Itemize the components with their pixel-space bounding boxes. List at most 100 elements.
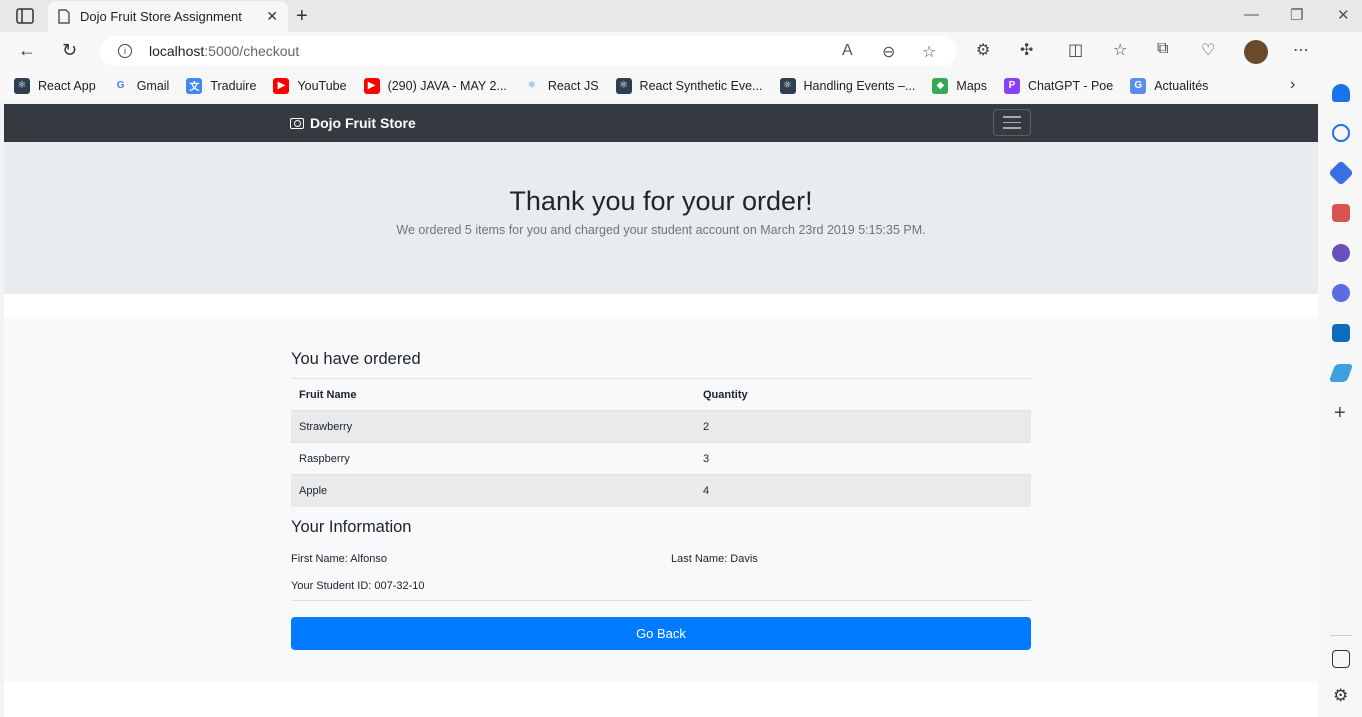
minimize-icon[interactable]: — xyxy=(1244,6,1259,23)
bookmark-label: Handling Events –... xyxy=(803,78,916,93)
order-table: Fruit Name Quantity Strawberry 2 Raspber… xyxy=(291,378,1031,507)
ordered-title: You have ordered xyxy=(291,350,421,368)
close-tab-icon[interactable]: ✕ xyxy=(266,8,278,25)
bookmark-item[interactable]: G Actualités xyxy=(1130,77,1209,94)
bookmark-item[interactable]: ▶ YouTube xyxy=(273,77,347,94)
bookmark-label: Actualités xyxy=(1154,78,1209,93)
notification-bell-icon[interactable] xyxy=(1332,84,1350,102)
page-icon xyxy=(58,9,70,24)
extensions-puzzle-icon[interactable]: ✣ xyxy=(1020,40,1033,60)
extension-icon[interactable]: ⚙ xyxy=(976,40,990,60)
browser-essentials-icon[interactable]: ♡ xyxy=(1201,40,1215,60)
news-icon: G xyxy=(1130,77,1147,94)
close-window-icon[interactable]: ✕ xyxy=(1337,6,1350,24)
bookmark-item[interactable]: ⚛ React App xyxy=(14,77,96,94)
fruit-name-cell: Apple xyxy=(291,474,695,507)
add-icon[interactable]: + xyxy=(1334,402,1346,425)
sidebar-divider xyxy=(1330,635,1352,636)
tag-icon[interactable] xyxy=(1328,160,1354,186)
camera-icon xyxy=(290,117,304,129)
favorite-star-icon[interactable]: ☆ xyxy=(922,42,936,62)
chevron-right-icon[interactable]: › xyxy=(1290,76,1295,94)
bookmark-label: Traduire xyxy=(210,78,257,93)
hide-sidebar-icon[interactable] xyxy=(1332,650,1350,668)
site-navbar: Dojo Fruit Store xyxy=(4,104,1318,142)
last-name-text: Last Name: Davis xyxy=(671,553,758,565)
google-icon: G xyxy=(116,80,125,91)
bookmark-item[interactable]: ⚛ React JS xyxy=(524,78,599,94)
react-icon: ⚛ xyxy=(14,77,30,94)
thank-you-heading: Thank you for your order! xyxy=(509,186,813,216)
maps-icon: ◆ xyxy=(932,77,949,94)
url-path: :5000/checkout xyxy=(204,43,300,59)
favorites-icon[interactable]: ☆ xyxy=(1113,40,1127,60)
hamburger-line xyxy=(1003,116,1021,118)
active-tab[interactable]: Dojo Fruit Store Assignment ✕ xyxy=(48,1,288,32)
table-row: Raspberry 3 xyxy=(291,442,1031,475)
page-viewport: Dojo Fruit Store Thank you for your orde… xyxy=(4,104,1318,717)
navbar-toggler-button[interactable] xyxy=(993,109,1031,136)
url-host: localhost xyxy=(149,43,205,59)
profile-avatar[interactable] xyxy=(1244,40,1268,64)
site-info-icon[interactable]: i xyxy=(118,44,132,58)
quantity-cell: 3 xyxy=(695,442,1031,475)
bookmark-item[interactable]: ◆ Maps xyxy=(932,77,987,94)
react-icon: ⚛ xyxy=(779,77,796,94)
fruit-name-cell: Strawberry xyxy=(291,410,695,443)
table-row: Strawberry 2 xyxy=(291,410,1031,443)
more-menu-icon[interactable]: ⋯ xyxy=(1293,40,1309,60)
divider xyxy=(291,600,1031,601)
office-icon[interactable] xyxy=(1332,284,1350,302)
bookmark-label: YouTube xyxy=(297,78,347,93)
brand-text: Dojo Fruit Store xyxy=(310,115,416,131)
restore-icon[interactable]: ❐ xyxy=(1290,6,1303,24)
bookmark-item[interactable]: G Gmail xyxy=(113,78,170,94)
go-back-button[interactable]: Go Back xyxy=(291,617,1031,650)
hamburger-line xyxy=(1003,121,1021,124)
fruit-name-cell: Raspberry xyxy=(291,442,695,475)
toolbox-icon[interactable] xyxy=(1332,204,1350,222)
bookmark-label: React Synthetic Eve... xyxy=(639,78,763,93)
split-screen-icon[interactable]: ◫ xyxy=(1068,40,1083,60)
bookmark-label: React App xyxy=(38,78,96,93)
react-icon: ⚛ xyxy=(615,77,632,94)
bookmark-item[interactable]: ▶ (290) JAVA - MAY 2... xyxy=(363,77,507,94)
bookmark-item[interactable]: ⚛ React Synthetic Eve... xyxy=(615,77,763,94)
checkout-content: You have ordered Fruit Name Quantity Str… xyxy=(4,317,1318,682)
send-icon[interactable] xyxy=(1328,364,1354,382)
bookmark-label: Maps xyxy=(956,78,987,93)
bookmark-item[interactable]: P ChatGPT - Poe xyxy=(1003,77,1114,94)
refresh-icon[interactable]: ↻ xyxy=(62,40,77,61)
read-aloud-icon[interactable]: A xyxy=(842,42,853,60)
zoom-icon[interactable]: ⊖ xyxy=(882,42,895,62)
bookmark-item[interactable]: 文 Traduire xyxy=(186,77,257,94)
outlook-icon[interactable] xyxy=(1332,324,1350,342)
bookmark-label: Gmail xyxy=(136,78,170,93)
address-bar[interactable]: i localhost:5000/checkout A ⊖ ☆ xyxy=(100,36,957,66)
edge-sidebar: + ⚙ xyxy=(1318,32,1362,717)
poe-icon: P xyxy=(1003,77,1020,94)
tab-title: Dojo Fruit Store Assignment xyxy=(80,9,242,24)
table-header-row: Fruit Name Quantity xyxy=(291,378,1031,411)
search-icon[interactable] xyxy=(1332,124,1350,142)
first-name-text: First Name: Alfonso xyxy=(291,553,387,565)
quantity-cell: 4 xyxy=(695,474,1031,507)
column-header-quantity: Quantity xyxy=(695,378,1031,411)
tab-actions-icon[interactable] xyxy=(16,8,34,24)
quantity-cell: 2 xyxy=(695,410,1031,443)
react-icon: ⚛ xyxy=(527,80,537,91)
bookmark-item[interactable]: ⚛ Handling Events –... xyxy=(779,77,916,94)
information-title: Your Information xyxy=(291,518,412,536)
bookmark-label: React JS xyxy=(547,78,599,93)
new-tab-icon[interactable]: + xyxy=(296,5,308,28)
brand-link[interactable]: Dojo Fruit Store xyxy=(290,115,416,131)
collections-icon[interactable]: ⧉ xyxy=(1157,40,1168,58)
games-icon[interactable] xyxy=(1332,244,1350,262)
youtube-icon: ▶ xyxy=(273,77,290,94)
jumbotron: Thank you for your order! We ordered 5 i… xyxy=(4,142,1318,294)
browser-tab-bar: Dojo Fruit Store Assignment ✕ + — ❐ ✕ xyxy=(0,0,1362,32)
settings-gear-icon[interactable]: ⚙ xyxy=(1333,686,1348,706)
order-summary-lead: We ordered 5 items for you and charged y… xyxy=(396,223,926,237)
back-icon[interactable]: ← xyxy=(18,40,36,61)
bookmark-label: ChatGPT - Poe xyxy=(1027,78,1114,93)
